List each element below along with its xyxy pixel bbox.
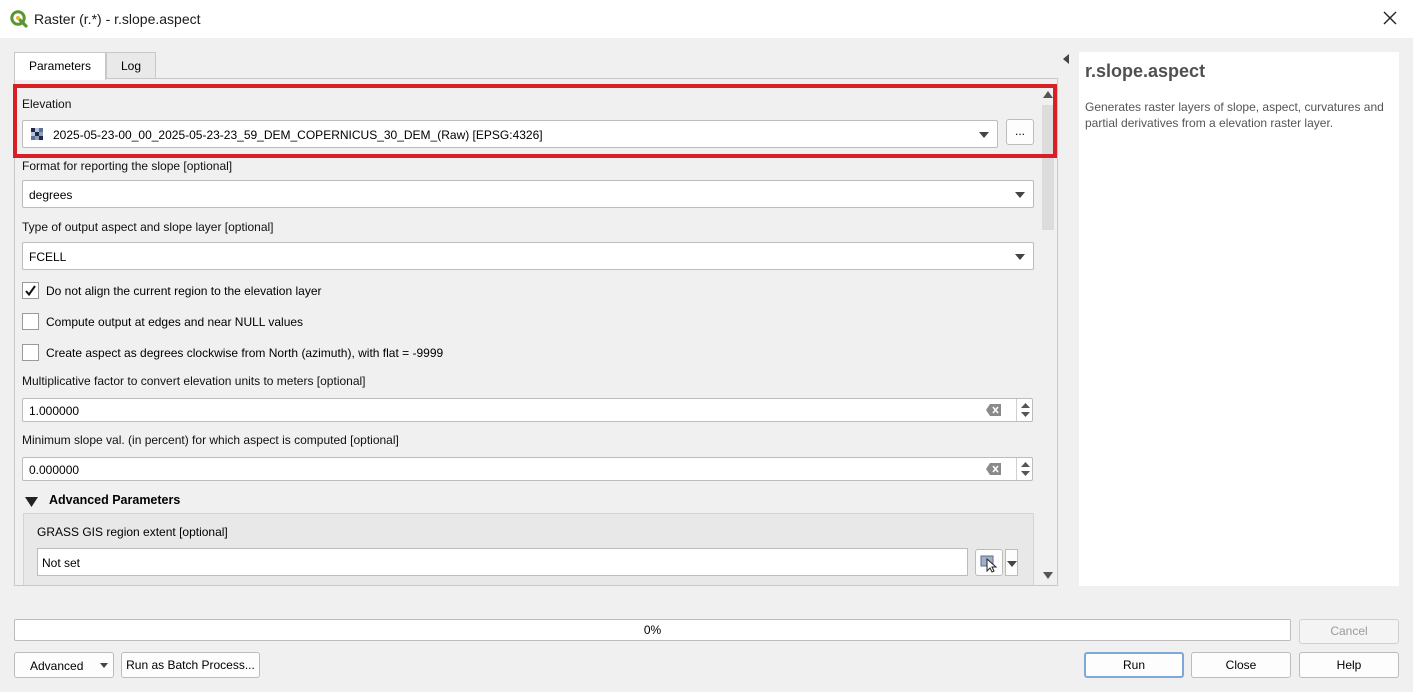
scrollbar-thumb[interactable] (1042, 105, 1054, 230)
advanced-parameters-group: GRASS GIS region extent [optional] Not s… (23, 513, 1034, 585)
spin-arrows-icon[interactable] (1016, 458, 1034, 480)
chevron-down-icon (1015, 254, 1025, 260)
close-button[interactable]: Close (1191, 652, 1291, 678)
tab-parameters-label: Parameters (28, 59, 92, 73)
elevation-layer-value: 2025-05-23-00_00_2025-05-23-23_59_DEM_CO… (53, 128, 543, 142)
output-type-value: FCELL (29, 250, 67, 264)
slope-format-combo[interactable]: degrees (22, 180, 1034, 208)
slope-format-label: Format for reporting the slope [optional… (22, 159, 233, 173)
clear-icon[interactable] (986, 404, 1002, 416)
parameters-scrollbar[interactable] (1040, 87, 1056, 583)
browse-elevation-button[interactable]: ... (1006, 119, 1034, 145)
min-slope-input[interactable]: 0.000000 (22, 457, 1033, 481)
extent-options-button[interactable] (1005, 549, 1018, 576)
zscale-value: 1.000000 (29, 404, 80, 418)
chevron-down-icon (1007, 561, 1017, 567)
help-button[interactable]: Help (1299, 652, 1399, 678)
clear-icon[interactable] (986, 463, 1002, 475)
run-batch-button[interactable]: Run as Batch Process... (121, 652, 260, 678)
close-window-icon[interactable] (1378, 6, 1402, 30)
select-extent-button[interactable] (975, 549, 1003, 576)
advanced-button-label: Advanced (30, 659, 84, 673)
chevron-down-icon (979, 132, 989, 138)
progress-text: 0% (643, 623, 662, 637)
parameters-panel: Elevation 2025-05-23-00_00_2025-05-23-23… (14, 78, 1058, 586)
scroll-up-icon[interactable] (1043, 91, 1053, 98)
zscale-label: Multiplicative factor to convert elevati… (22, 374, 366, 388)
advanced-parameters-toggle[interactable]: Advanced Parameters (25, 493, 325, 511)
spin-arrows-icon[interactable] (1016, 399, 1034, 421)
min-slope-value: 0.000000 (29, 463, 80, 477)
algorithm-description: Generates raster layers of slope, aspect… (1085, 100, 1384, 130)
tab-parameters[interactable]: Parameters (14, 52, 106, 80)
region-extent-label: GRASS GIS region extent [optional] (37, 525, 228, 539)
raster-layer-icon (31, 128, 43, 140)
azimuth-label: Create aspect as degrees clockwise from … (46, 346, 444, 360)
run-button[interactable]: Run (1084, 652, 1184, 678)
no-align-label: Do not align the current region to the e… (46, 284, 322, 298)
slope-format-value: degrees (29, 188, 73, 202)
no-align-checkbox[interactable] (22, 282, 39, 299)
window-title: Raster (r.*) - r.slope.aspect (34, 11, 201, 27)
tab-log-label: Log (120, 59, 142, 73)
advanced-parameters-label: Advanced Parameters (49, 493, 181, 507)
elevation-label: Elevation (22, 97, 72, 111)
edges-label: Compute output at edges and near NULL va… (46, 315, 304, 329)
collapse-help-icon[interactable] (1063, 54, 1069, 64)
chevron-down-icon (1015, 192, 1025, 198)
title-bar: Raster (r.*) - r.slope.aspect (0, 0, 1413, 38)
tab-log[interactable]: Log (106, 52, 156, 79)
checkmark-icon (25, 285, 36, 297)
min-slope-label: Minimum slope val. (in percent) for whic… (22, 433, 399, 447)
output-type-label: Type of output aspect and slope layer [o… (22, 220, 274, 234)
zscale-input[interactable]: 1.000000 (22, 398, 1033, 422)
scroll-down-icon[interactable] (1043, 572, 1053, 579)
qgis-logo-icon (10, 10, 28, 28)
progress-bar: 0% (14, 619, 1291, 641)
advanced-button[interactable]: Advanced (14, 652, 114, 678)
collapse-triangle-icon (25, 497, 38, 507)
region-extent-value: Not set (42, 556, 81, 570)
algorithm-title: r.slope.aspect (1085, 61, 1206, 81)
map-cursor-icon (980, 555, 998, 573)
elevation-layer-combo[interactable]: 2025-05-23-00_00_2025-05-23-23_59_DEM_CO… (22, 120, 998, 148)
edges-checkbox[interactable] (22, 313, 39, 330)
help-panel: r.slope.aspect Generates raster layers o… (1079, 52, 1399, 586)
azimuth-checkbox[interactable] (22, 344, 39, 361)
cancel-button[interactable]: Cancel (1299, 619, 1399, 644)
region-extent-input[interactable]: Not set (37, 548, 968, 576)
chevron-down-icon (100, 663, 108, 668)
output-type-combo[interactable]: FCELL (22, 242, 1034, 270)
